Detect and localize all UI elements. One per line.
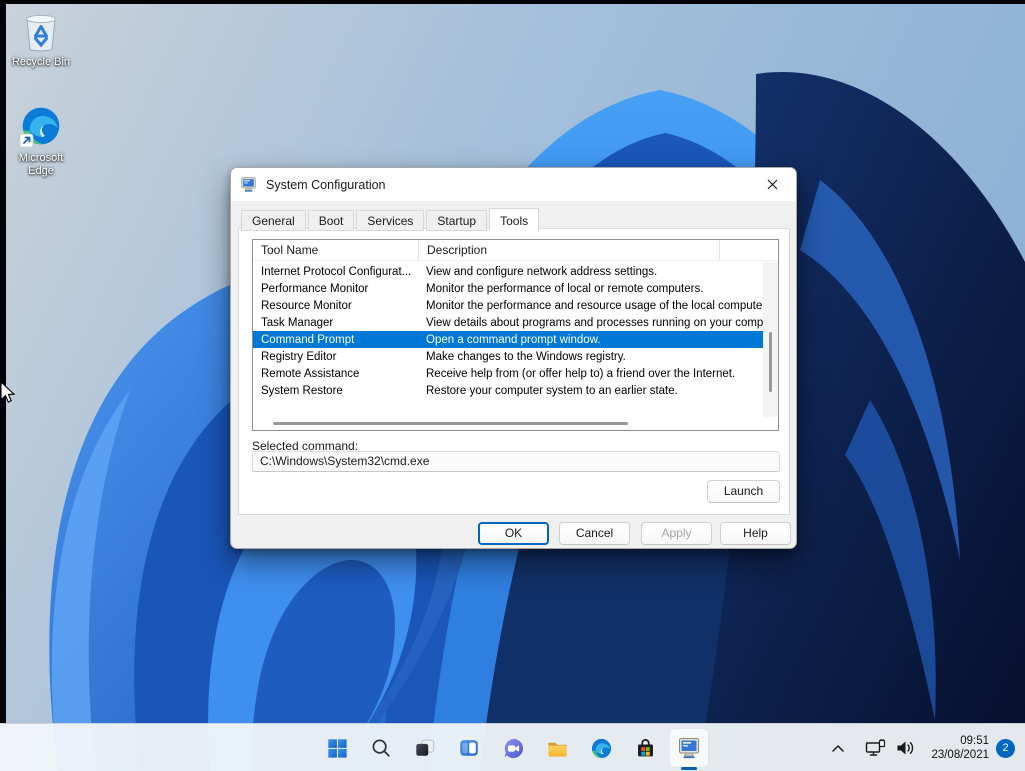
column-header-tool-name[interactable]: Tool Name — [253, 240, 419, 260]
help-button[interactable]: Help — [720, 522, 791, 545]
taskbar-system-configuration-button[interactable] — [669, 728, 709, 768]
edge-button[interactable] — [581, 728, 621, 768]
screen-top-strip — [0, 0, 1025, 4]
msconfig-icon — [677, 736, 701, 760]
titlebar[interactable]: System Configuration — [231, 168, 796, 201]
desktop-icon-label: Recycle Bin — [2, 56, 80, 69]
list-header[interactable]: Tool Name Description — [253, 240, 778, 261]
chevron-up-icon — [831, 744, 845, 753]
vertical-scrollbar-thumb[interactable] — [769, 332, 772, 392]
apply-button: Apply — [641, 522, 712, 545]
task-view-icon — [414, 737, 436, 759]
list-rows: Internet Protocol Configurat... View and… — [253, 263, 763, 399]
taskbar: 09:51 23/08/2021 2 — [0, 723, 1025, 771]
clock-time: 09:51 — [931, 734, 989, 748]
chat-button[interactable] — [493, 728, 533, 768]
cancel-button[interactable]: Cancel — [559, 522, 630, 545]
file-explorer-icon — [546, 737, 569, 760]
tab-boot[interactable]: Boot — [308, 210, 355, 231]
vertical-scrollbar[interactable] — [763, 262, 778, 417]
edge-icon — [18, 104, 64, 150]
tray-overflow-button[interactable] — [825, 728, 851, 768]
table-row-selected[interactable]: Command Prompt Open a command prompt win… — [253, 331, 763, 348]
launch-button[interactable]: Launch — [707, 480, 780, 503]
network-ethernet-icon — [865, 738, 886, 758]
widgets-button[interactable] — [449, 728, 489, 768]
chat-icon — [502, 737, 525, 760]
recycle-bin-icon — [18, 8, 64, 54]
tools-list: Tool Name Description Internet Protocol … — [252, 239, 779, 431]
close-icon — [767, 179, 778, 190]
start-button[interactable] — [317, 728, 357, 768]
taskbar-center — [317, 728, 709, 768]
desktop-icon-label: Microsoft Edge — [12, 152, 70, 178]
system-tray: 09:51 23/08/2021 2 — [825, 724, 1019, 771]
widgets-icon — [458, 737, 480, 759]
edge-icon — [590, 737, 613, 760]
table-row[interactable]: Resource Monitor Monitor the performance… — [253, 297, 763, 314]
store-icon — [634, 737, 657, 760]
msconfig-icon — [240, 176, 257, 193]
desktop-icon-microsoft-edge[interactable]: Microsoft Edge — [2, 104, 80, 178]
table-row[interactable]: System Restore Restore your computer sys… — [253, 382, 763, 399]
table-row[interactable]: Task Manager View details about programs… — [253, 314, 763, 331]
tab-startup[interactable]: Startup — [426, 210, 487, 231]
file-explorer-button[interactable] — [537, 728, 577, 768]
horizontal-scrollbar[interactable] — [253, 417, 763, 430]
system-configuration-window: System Configuration General Boot Servic… — [230, 167, 797, 549]
task-view-button[interactable] — [405, 728, 445, 768]
active-app-indicator — [681, 767, 697, 770]
tab-general[interactable]: General — [241, 210, 306, 231]
notification-badge[interactable]: 2 — [996, 739, 1015, 758]
desktop: Recycle Bin Microsoft Edge System Config… — [0, 0, 1025, 771]
close-button[interactable] — [757, 172, 787, 198]
tab-services[interactable]: Services — [356, 210, 424, 231]
search-icon — [370, 737, 392, 759]
store-button[interactable] — [625, 728, 665, 768]
volume-icon — [895, 738, 915, 758]
table-row[interactable]: Registry Editor Make changes to the Wind… — [253, 348, 763, 365]
table-row[interactable]: Internet Protocol Configurat... View and… — [253, 263, 763, 280]
taskbar-clock[interactable]: 09:51 23/08/2021 — [931, 734, 989, 762]
window-title: System Configuration — [266, 178, 386, 192]
quick-settings-button[interactable] — [859, 728, 921, 768]
horizontal-scrollbar-thumb[interactable] — [273, 422, 628, 425]
ok-button[interactable]: OK — [478, 522, 549, 545]
desktop-icon-recycle-bin[interactable]: Recycle Bin — [2, 8, 80, 69]
search-button[interactable] — [361, 728, 401, 768]
windows-start-icon — [326, 737, 348, 759]
selected-command-field[interactable]: C:\Windows\System32\cmd.exe — [252, 451, 780, 472]
table-row[interactable]: Remote Assistance Receive help from (or … — [253, 365, 763, 382]
tools-tab-page: Tool Name Description Internet Protocol … — [238, 228, 790, 515]
tab-tools[interactable]: Tools — [489, 208, 539, 232]
column-header-description[interactable]: Description — [419, 240, 720, 260]
clock-date: 23/08/2021 — [931, 748, 989, 762]
tab-strip: General Boot Services Startup Tools — [241, 208, 541, 231]
table-row[interactable]: Performance Monitor Monitor the performa… — [253, 280, 763, 297]
